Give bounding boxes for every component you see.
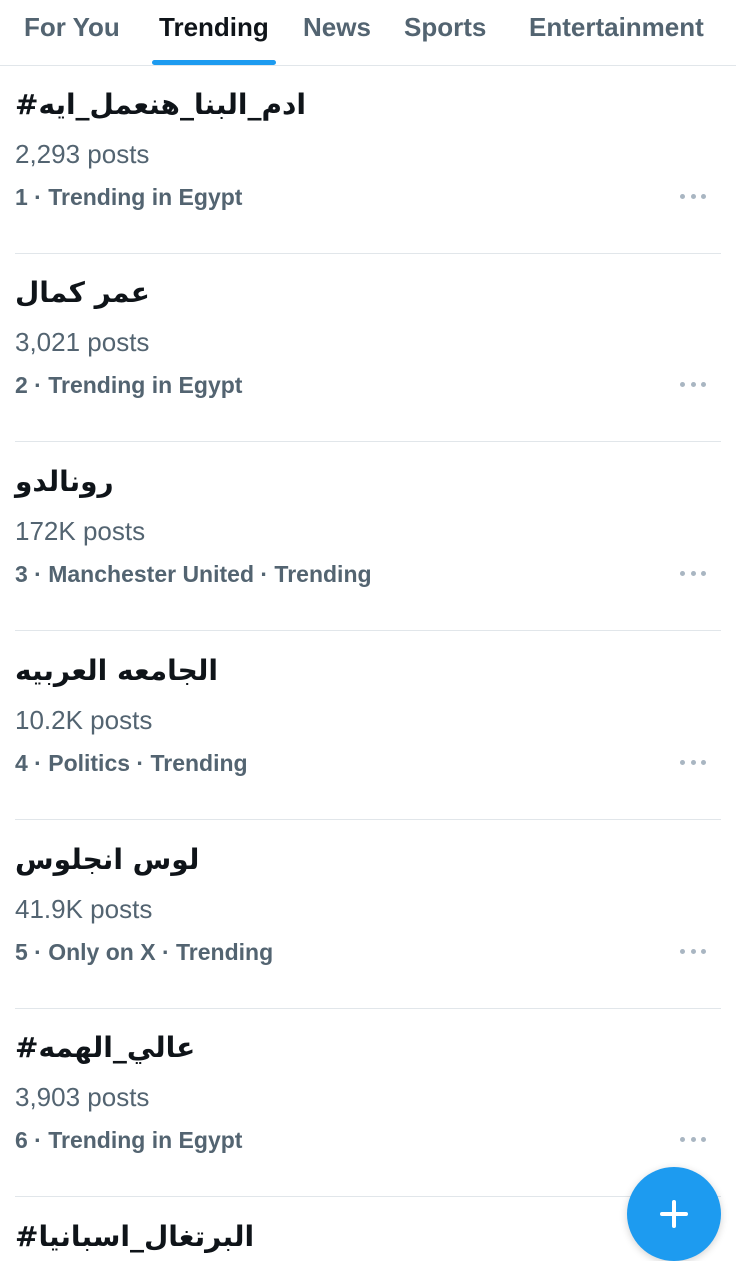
tab-news[interactable]: News [303, 12, 371, 44]
more-horizontal-icon[interactable] [680, 945, 706, 957]
trend-item[interactable]: #البرتغال_اسبانيا [0, 1198, 736, 1261]
trend-rank-category: 4 · Politics · Trending [15, 750, 248, 776]
trend-title: #البرتغال_اسبانيا [15, 1220, 255, 1253]
trend-post-count: 2,293 posts [15, 139, 150, 169]
trend-title: #ادم_البنا_هنعمل_ايه [15, 88, 306, 121]
trend-rank-category: 3 · Manchester United · Trending [15, 561, 372, 587]
plus-icon [660, 1200, 688, 1228]
trend-rank-category: 6 · Trending in Egypt [15, 1127, 243, 1153]
divider [15, 630, 721, 631]
tab-entertainment[interactable]: Entertainment [529, 12, 704, 44]
active-tab-indicator [152, 60, 276, 65]
divider [15, 819, 721, 820]
trend-post-count: 41.9K posts [15, 894, 153, 924]
trend-item[interactable]: #عالي_الهمه 3,903 posts 6 · Trending in … [0, 1009, 736, 1197]
trend-item[interactable]: #ادم_البنا_هنعمل_ايه 2,293 posts 1 · Tre… [0, 66, 736, 254]
divider [15, 1196, 721, 1197]
trend-title: #عالي_الهمه [15, 1031, 196, 1064]
more-horizontal-icon[interactable] [680, 756, 706, 768]
trend-title: الجامعه العربيه [15, 654, 218, 687]
trend-rank-category: 2 · Trending in Egypt [15, 372, 243, 398]
top-tab-bar: For You Trending News Sports Entertainme… [0, 0, 736, 66]
tab-for-you[interactable]: For You [24, 12, 120, 44]
trend-item[interactable]: عمر كمال 3,021 posts 2 · Trending in Egy… [0, 254, 736, 442]
trend-item[interactable]: الجامعه العربيه 10.2K posts 4 · Politics… [0, 632, 736, 820]
tab-trending[interactable]: Trending [159, 12, 269, 44]
divider [15, 441, 721, 442]
trend-post-count: 3,903 posts [15, 1082, 150, 1112]
trend-post-count: 3,021 posts [15, 327, 150, 357]
trend-rank-category: 1 · Trending in Egypt [15, 184, 243, 210]
trend-title: عمر كمال [15, 276, 150, 309]
trend-post-count: 10.2K posts [15, 705, 153, 735]
compose-button[interactable] [627, 1167, 721, 1261]
more-horizontal-icon[interactable] [680, 1133, 706, 1145]
trend-post-count: 172K posts [15, 516, 146, 546]
trend-title: رونالدو [15, 465, 114, 498]
more-horizontal-icon[interactable] [680, 378, 706, 390]
trend-rank-category: 5 · Only on X · Trending [15, 939, 274, 965]
trend-title: لوس انجلوس [15, 843, 200, 876]
trend-item[interactable]: لوس انجلوس 41.9K posts 5 · Only on X · T… [0, 821, 736, 1009]
more-horizontal-icon[interactable] [680, 190, 706, 202]
tab-sports[interactable]: Sports [404, 12, 486, 44]
trend-item[interactable]: رونالدو 172K posts 3 · Manchester United… [0, 443, 736, 631]
more-horizontal-icon[interactable] [680, 567, 706, 579]
